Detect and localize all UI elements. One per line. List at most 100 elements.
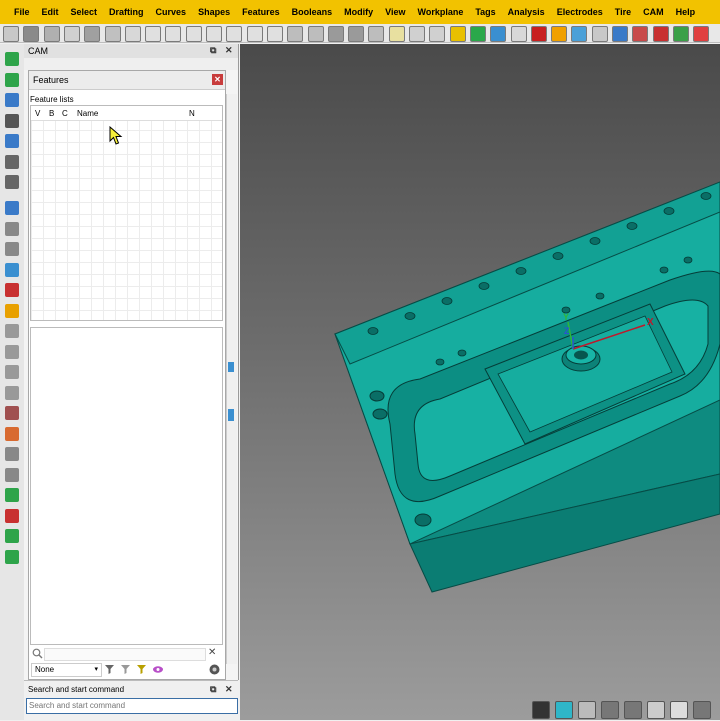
- view-01-icon[interactable]: [266, 26, 283, 42]
- feature-detail-list[interactable]: [30, 327, 223, 645]
- column-header-b[interactable]: B: [49, 109, 54, 118]
- target-icon[interactable]: [5, 242, 19, 256]
- mirror-icon[interactable]: [670, 701, 688, 719]
- cube-multi-icon[interactable]: [652, 26, 669, 42]
- star-icon[interactable]: [5, 303, 19, 318]
- rotate-icon[interactable]: [5, 134, 19, 148]
- cube-icon[interactable]: [5, 154, 19, 169]
- tool-a-icon[interactable]: [5, 324, 19, 338]
- menu-item-file[interactable]: File: [8, 7, 36, 17]
- menu-item-select[interactable]: Select: [65, 7, 104, 17]
- paint-icon[interactable]: [693, 701, 711, 719]
- gem-icon[interactable]: [5, 221, 19, 236]
- settings-icon[interactable]: [208, 663, 221, 676]
- cube-wire-icon[interactable]: [104, 26, 121, 42]
- gate-icon[interactable]: [5, 529, 19, 543]
- menu-item-tire[interactable]: Tire: [609, 7, 637, 17]
- snap-icon[interactable]: [388, 26, 405, 42]
- cube-iso-icon[interactable]: [124, 26, 141, 42]
- cube-front-icon[interactable]: [63, 26, 80, 42]
- menu-item-shapes[interactable]: Shapes: [192, 7, 236, 17]
- feature-search-input[interactable]: [44, 648, 206, 661]
- menu-item-curves[interactable]: Curves: [150, 7, 193, 17]
- pen-icon[interactable]: [601, 701, 619, 719]
- float-icon[interactable]: ⧉: [210, 45, 216, 56]
- view-11-icon[interactable]: [226, 26, 243, 42]
- cube-solid-icon[interactable]: [23, 26, 40, 42]
- tool-d-icon[interactable]: [5, 385, 19, 400]
- menu-item-features[interactable]: Features: [236, 7, 286, 17]
- gate-red-icon[interactable]: [5, 508, 19, 523]
- p-circle-icon[interactable]: [551, 26, 568, 42]
- menu-item-edit[interactable]: Edit: [36, 7, 65, 17]
- go-icon[interactable]: [449, 26, 466, 42]
- corner-icon[interactable]: [5, 113, 19, 128]
- cube-red-icon[interactable]: [632, 26, 649, 42]
- menu-item-booleans[interactable]: Booleans: [286, 7, 339, 17]
- filter-select[interactable]: None ▾: [31, 663, 102, 677]
- tool-b-icon[interactable]: [5, 344, 19, 359]
- target-ring-icon[interactable]: [5, 262, 19, 277]
- x-box-icon[interactable]: [5, 283, 19, 297]
- counter-icon[interactable]: [647, 701, 665, 719]
- blue-ball-icon[interactable]: [571, 26, 588, 42]
- funnel-clear-icon[interactable]: [120, 664, 131, 675]
- tool-c-icon[interactable]: [5, 365, 19, 379]
- section-icon[interactable]: [307, 26, 324, 42]
- view-22-icon[interactable]: [185, 26, 202, 42]
- fill-icon[interactable]: [5, 426, 19, 441]
- view-02-icon[interactable]: [145, 26, 162, 42]
- feature-list-table[interactable]: V B C Name N: [30, 105, 223, 321]
- menu-item-electrodes[interactable]: Electrodes: [551, 7, 609, 17]
- menu-item-modify[interactable]: Modify: [338, 7, 379, 17]
- cube-top-icon[interactable]: [84, 26, 101, 42]
- ruler-icon[interactable]: [578, 701, 596, 719]
- wire-icon[interactable]: [510, 26, 527, 42]
- menu-item-view[interactable]: View: [379, 7, 411, 17]
- globe-view-icon[interactable]: [555, 701, 573, 719]
- column-header-v[interactable]: V: [35, 109, 40, 118]
- funnel-icon[interactable]: [5, 447, 19, 461]
- cube-blue-icon[interactable]: [612, 26, 628, 42]
- menu-item-help[interactable]: Help: [670, 7, 702, 17]
- column-header-name[interactable]: Name: [77, 109, 98, 118]
- command-float-icon[interactable]: ⧉: [210, 684, 216, 695]
- ball-red-icon[interactable]: [693, 26, 710, 42]
- menu-item-drafting[interactable]: Drafting: [103, 7, 150, 17]
- shade-icon[interactable]: [532, 701, 550, 719]
- ring-green-icon[interactable]: [5, 549, 19, 564]
- plane-icon[interactable]: [287, 26, 304, 42]
- view-10-icon[interactable]: [206, 26, 222, 42]
- column-header-n[interactable]: N: [189, 109, 195, 118]
- curve-icon[interactable]: [409, 26, 425, 42]
- gear-green-icon[interactable]: [469, 26, 486, 42]
- add-icon[interactable]: [5, 72, 19, 87]
- side-strip-marker[interactable]: [228, 362, 234, 372]
- menu-item-cam[interactable]: CAM: [637, 7, 670, 17]
- gate-green-icon[interactable]: [5, 488, 19, 502]
- menu-item-tags[interactable]: Tags: [469, 7, 501, 17]
- filter-edit-icon[interactable]: [136, 664, 147, 675]
- view-21-icon[interactable]: [246, 26, 263, 42]
- funnel-icon[interactable]: [104, 664, 115, 675]
- drill-icon[interactable]: [5, 467, 19, 482]
- select-arrow-icon[interactable]: [5, 52, 19, 66]
- globe-icon[interactable]: [490, 26, 507, 42]
- cad-model[interactable]: [240, 44, 720, 720]
- viewport-3d[interactable]: X Y Z: [240, 44, 720, 720]
- cursor-icon[interactable]: [368, 26, 385, 42]
- zoom-icon[interactable]: [5, 175, 19, 189]
- menu-item-analysis[interactable]: Analysis: [502, 7, 551, 17]
- command-search-input[interactable]: [26, 698, 238, 714]
- edit-icon[interactable]: [5, 406, 19, 420]
- brush-icon[interactable]: [624, 701, 642, 719]
- nav-back-icon[interactable]: [5, 201, 19, 215]
- red-hex-icon[interactable]: [530, 26, 547, 42]
- point-icon[interactable]: [348, 26, 365, 42]
- pick-icon[interactable]: [5, 93, 19, 107]
- view-20-icon[interactable]: [165, 26, 182, 42]
- close-icon[interactable]: ✕: [225, 45, 233, 56]
- brush-icon[interactable]: [672, 26, 689, 42]
- command-close-icon[interactable]: ✕: [225, 684, 233, 695]
- eye-icon[interactable]: [152, 664, 164, 675]
